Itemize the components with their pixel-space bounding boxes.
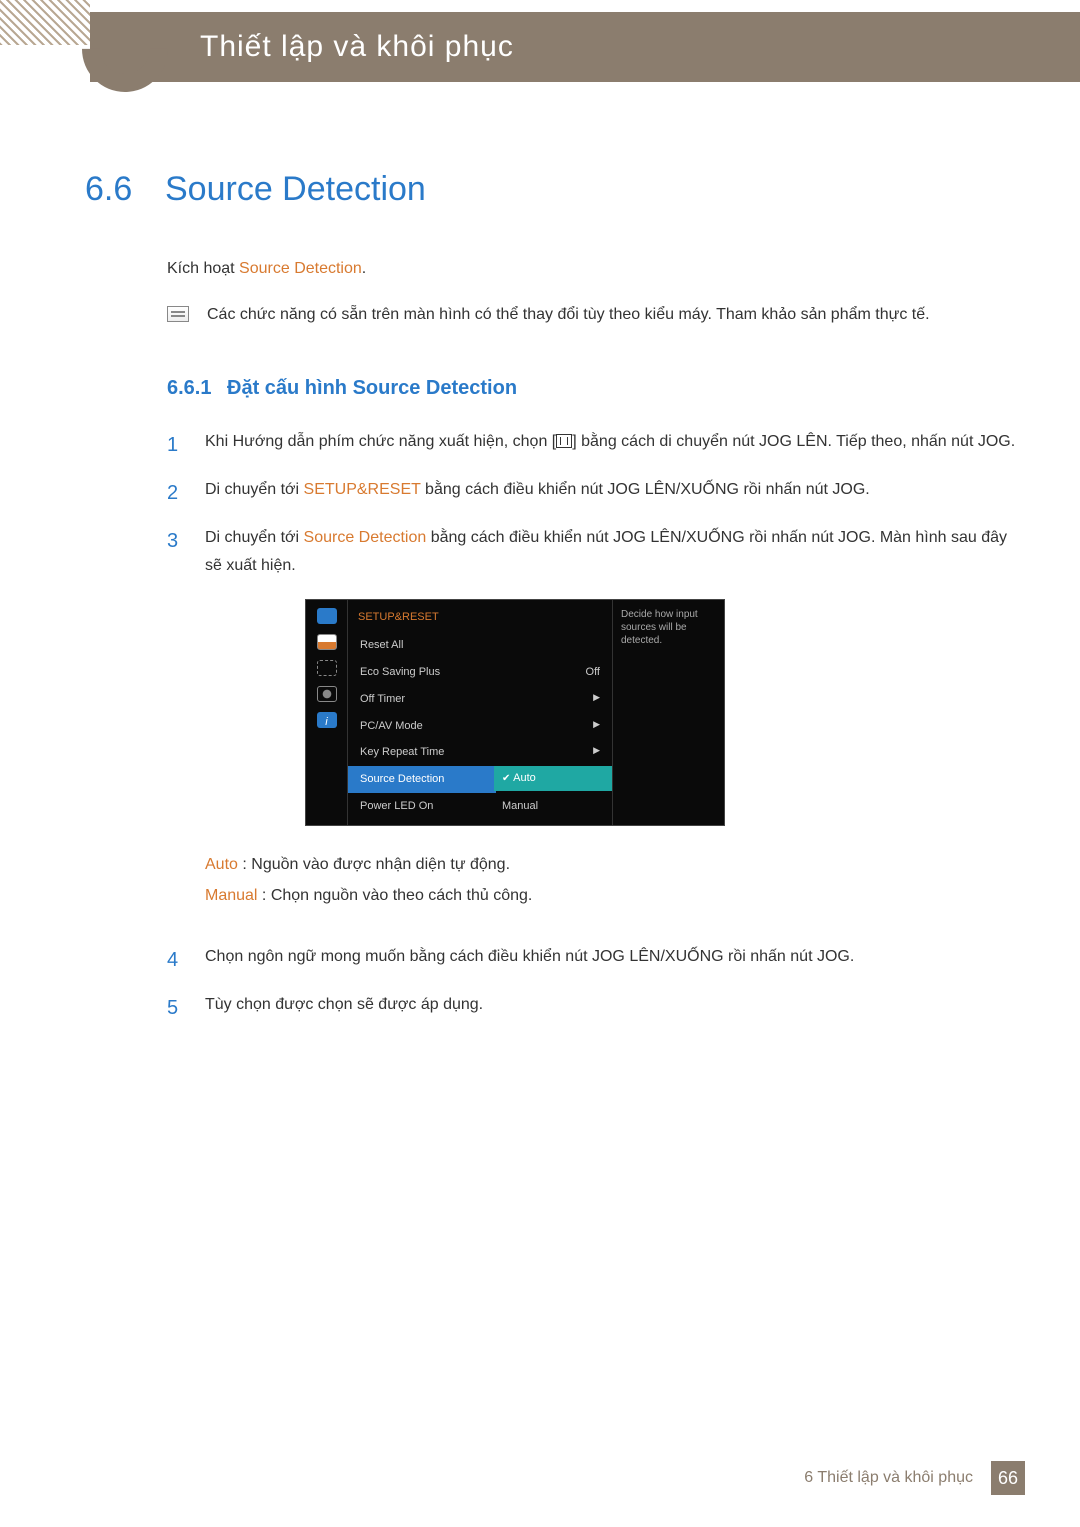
subsection-heading: 6.6.1Đặt cấu hình Source Detection	[167, 377, 1020, 400]
note-icon	[167, 306, 189, 322]
note-text: Các chức năng có sẵn trên màn hình có th…	[207, 302, 930, 328]
intro-highlight: Source Detection	[239, 260, 362, 277]
section-heading: 6.6Source Detection	[85, 170, 1020, 209]
osd-item-keyrepeat: Key Repeat Time▶	[348, 739, 612, 766]
chevron-right-icon: ▶	[593, 690, 600, 709]
osd-sidebar: i	[306, 600, 348, 826]
note-row: Các chức năng có sẵn trên màn hình có th…	[167, 302, 1020, 328]
option-definitions: Auto : Nguồn vào được nhận diện tự động.…	[205, 850, 1020, 911]
chapter-title: Thiết lập và khôi phục	[200, 30, 514, 64]
step-number: 2	[167, 476, 183, 510]
chapter-header: Thiết lập và khôi phục	[90, 12, 1080, 82]
def-auto: Auto : Nguồn vào được nhận diện tự động.	[205, 850, 1020, 880]
step2-highlight: SETUP&RESET	[304, 481, 421, 498]
step-number: 5	[167, 991, 183, 1025]
page-footer: 6 Thiết lập và khôi phục 66	[0, 1461, 1080, 1495]
step-3: 3 Di chuyển tới Source Detection bằng cá…	[167, 524, 1020, 929]
osd-menu: SETUP&RESET Reset All Eco Saving PlusOff…	[348, 600, 612, 826]
osd-item-pcav: PC/AV Mode▶	[348, 713, 612, 740]
step-4: 4 Chọn ngôn ngữ mong muốn bằng cách điều…	[167, 943, 1020, 977]
osd-panel: i SETUP&RESET Reset All Eco Saving PlusO…	[305, 599, 725, 827]
intro-text: Kích hoạt Source Detection.	[167, 257, 1020, 282]
info-icon: i	[317, 712, 337, 728]
section-title: Source Detection	[165, 170, 426, 208]
subsection-number: 6.6.1	[167, 377, 227, 400]
osd-title: SETUP&RESET	[348, 606, 612, 633]
step-1: 1 Khi Hướng dẫn phím chức năng xuất hiện…	[167, 428, 1020, 462]
step-number: 4	[167, 943, 183, 977]
section-number: 6.6	[85, 170, 165, 209]
monitor-icon	[317, 608, 337, 624]
step-5: 5 Tùy chọn được chọn sẽ được áp dụng.	[167, 991, 1020, 1025]
def-manual: Manual : Chọn nguồn vào theo cách thủ cô…	[205, 881, 1020, 911]
chevron-right-icon: ▶	[593, 717, 600, 736]
step-list: 1 Khi Hướng dẫn phím chức năng xuất hiện…	[167, 428, 1020, 1025]
osd-screenshot: i SETUP&RESET Reset All Eco Saving PlusO…	[305, 599, 1020, 827]
chevron-right-icon: ▶	[593, 743, 600, 762]
osd-item-sourcedetect-row: Source Detection Auto	[348, 766, 612, 793]
osd-popup: Auto	[494, 766, 612, 793]
osd-item-reset: Reset All	[348, 632, 612, 659]
menu-icon	[556, 434, 572, 448]
brightness-icon	[317, 660, 337, 676]
osd-help-text: Decide how input sources will be detecte…	[612, 600, 724, 826]
page-number: 66	[991, 1461, 1025, 1495]
step-2: 2 Di chuyển tới SETUP&RESET bằng cách đi…	[167, 476, 1020, 510]
step-number: 3	[167, 524, 183, 929]
picture-icon	[317, 634, 337, 650]
step-number: 1	[167, 428, 183, 462]
osd-option-auto: Auto	[494, 766, 612, 791]
osd-item-sourcedetect: Source Detection	[348, 766, 496, 793]
osd-option-manual: Manual	[494, 793, 612, 820]
page-content: 6.6Source Detection Kích hoạt Source Det…	[85, 170, 1020, 1039]
osd-item-eco: Eco Saving PlusOff	[348, 659, 612, 686]
osd-item-offtimer: Off Timer▶	[348, 686, 612, 713]
header-stripe-decoration	[0, 0, 90, 45]
subsection-title: Đặt cấu hình Source Detection	[227, 377, 517, 399]
footer-text: 6 Thiết lập và khôi phục	[804, 1469, 973, 1487]
step3-highlight: Source Detection	[304, 529, 427, 546]
osd-item-powerled: Power LED On	[348, 793, 496, 820]
gear-icon	[317, 686, 337, 702]
